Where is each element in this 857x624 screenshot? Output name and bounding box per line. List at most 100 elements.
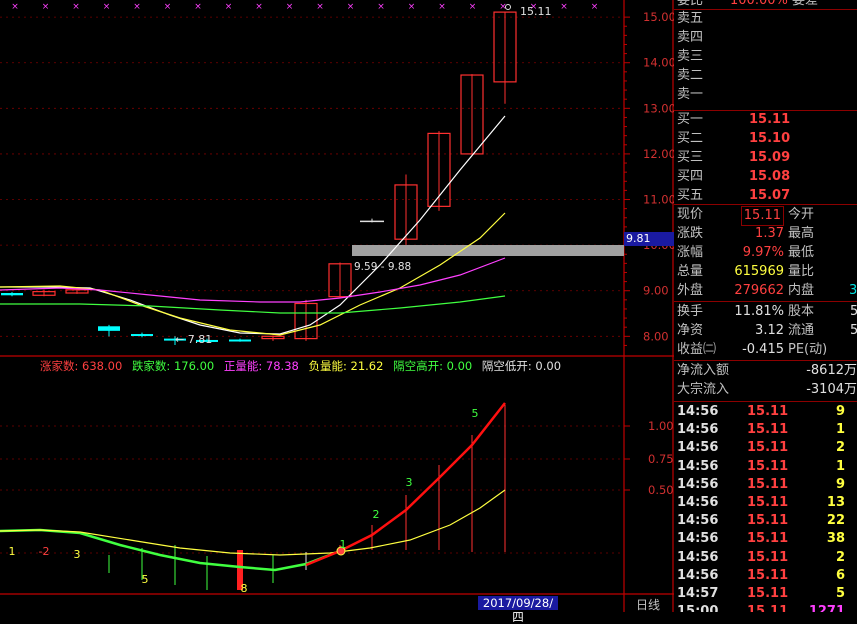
wave-label-left: 3: [74, 548, 81, 561]
wave-label-left: 8: [241, 582, 248, 595]
buy-price: 15.08: [749, 169, 791, 184]
top-marker: ×: [560, 2, 568, 12]
indicator-up-count: 涨家数: 638.00: [40, 359, 123, 373]
stat-label-2: 流通: [788, 323, 815, 338]
stat-value-cut: 3: [849, 283, 857, 298]
sell-row[interactable]: 卖一: [674, 86, 857, 104]
price-axis-label: 15.00: [643, 10, 674, 24]
stat-label: 总量: [677, 264, 704, 279]
tick-row: 14:56 15.11 9: [674, 403, 857, 421]
top-marker: ×: [72, 2, 80, 12]
ma10-line: [0, 212, 506, 336]
tick-row: 15:00 15.11 1271: [674, 603, 857, 612]
top-marker: ×: [377, 2, 385, 12]
stat-row: 涨幅 9.97% 最低: [674, 244, 857, 262]
stat-value: 11.81%: [734, 304, 784, 319]
tick-volume: 2: [835, 549, 845, 565]
range-label: 9.59 - 9.88: [354, 261, 411, 273]
sell-row[interactable]: 卖三: [674, 48, 857, 66]
tick-time: 14:56: [677, 458, 719, 474]
sell-row[interactable]: 卖五: [674, 10, 857, 28]
wave-label-left: 5: [142, 573, 149, 586]
stat-label: 现价: [677, 207, 704, 222]
ma60-line: [0, 295, 506, 314]
sell-row[interactable]: 卖四: [674, 29, 857, 47]
top-marker: ×: [133, 2, 141, 12]
buy-price: 15.09: [749, 150, 791, 165]
tick-price: 15.11: [747, 476, 789, 492]
tick-price: 15.11: [747, 586, 789, 601]
sell-label: 卖一: [677, 87, 704, 102]
tick-volume: 38: [826, 531, 845, 547]
stat-value-cut: 5: [850, 323, 857, 338]
wave-label-right: 2: [373, 508, 380, 521]
buy-price: 15.10: [749, 131, 791, 146]
sell-row[interactable]: 卖二: [674, 67, 857, 85]
tick-volume: 1: [835, 458, 845, 474]
top-marker: ×: [347, 2, 355, 12]
top-marker: ×: [591, 2, 599, 12]
ma20-line: [0, 257, 506, 303]
tick-time: 14:56: [677, 476, 719, 492]
wave-label-left: 1: [9, 545, 16, 558]
stat-row: 净资 3.12 流通 5: [674, 322, 857, 340]
stat-row: 换手 11.81% 股本 5: [674, 303, 857, 321]
tick-row: 14:56 15.11 9: [674, 476, 857, 494]
tick-row: 14:56 15.11 1: [674, 458, 857, 476]
top-marker: ×: [42, 2, 50, 12]
stat-value: -0.415: [742, 342, 784, 357]
top-marker: ×: [286, 2, 294, 12]
flow-value: -8612万: [806, 363, 857, 378]
flow-value: -3104万: [806, 382, 857, 397]
tick-time: 15:00: [677, 604, 719, 612]
stat-label: 收益㈡: [677, 342, 717, 357]
tick-time: 14:56: [677, 495, 719, 510]
wave-label-right: 1: [340, 538, 347, 551]
cursor-date: 2017/09/28/四: [478, 596, 558, 624]
buy-row: 买二 15.10: [674, 130, 857, 148]
buy-price: 15.11: [749, 112, 791, 127]
sell-label: 卖三: [677, 49, 704, 64]
indicator-pos-energy: 正量能: 78.38: [223, 359, 299, 373]
indicator-gap-up: 隔空高开: 0.00: [393, 359, 473, 373]
ind-green-curve: [0, 528, 341, 572]
tick-volume: 1271: [808, 604, 845, 612]
tick-row: 14:56 15.11 2: [674, 549, 857, 567]
tick-volume: 1: [835, 422, 845, 438]
flow-row: 大宗流入 -3104万: [674, 381, 857, 399]
period-label[interactable]: 日线: [636, 596, 660, 613]
indicator-legend: 涨家数: 638.00 跌家数: 176.00 正量能: 78.38 负量能: …: [40, 358, 567, 374]
tick-price: 15.11: [747, 604, 789, 612]
tick-volume: 5: [835, 586, 845, 601]
tick-volume: 22: [826, 513, 845, 529]
buy-row: 买一 15.11: [674, 111, 857, 129]
stat-value: 615969: [734, 264, 784, 279]
stat-value: 15.11: [740, 206, 784, 226]
stat-value: 9.97%: [742, 245, 784, 260]
stat-value: 3.12: [755, 323, 784, 338]
tick-price: 15.11: [747, 513, 789, 529]
low-price-label: ← 7.81: [175, 333, 212, 346]
top-marker: ×: [255, 2, 263, 12]
stat-row: 外盘 279662 内盘 3: [674, 282, 857, 300]
stat-value-cut: 5: [850, 304, 857, 319]
kline-chart[interactable]: × × × × × × × × × × × × × × × × × × × ×15.0014.0013.0012.00…: [0, 0, 674, 612]
sell-label: 卖四: [677, 30, 704, 45]
stat-row: 现价 15.11 今开: [674, 206, 857, 226]
current-price-tag: 9.81: [624, 232, 674, 246]
tick-price: 15.11: [747, 422, 789, 438]
top-marker: ×: [316, 2, 324, 12]
price-axis-label: 14.00: [643, 56, 674, 70]
candle-body: [131, 334, 153, 337]
buy-label: 买二: [677, 131, 704, 146]
sell-label: 卖五: [677, 11, 704, 26]
high-price-label: 15.11: [520, 5, 552, 18]
flow-label: 净流入额: [677, 363, 730, 378]
tick-price: 15.11: [747, 440, 789, 456]
tick-price: 15.11: [747, 549, 789, 565]
candle-body: [1, 293, 23, 296]
stat-value: 1.37: [755, 226, 784, 241]
candle-body: [229, 339, 251, 342]
sell-label: 卖二: [677, 68, 704, 83]
wave-label-right: 5: [472, 407, 479, 420]
